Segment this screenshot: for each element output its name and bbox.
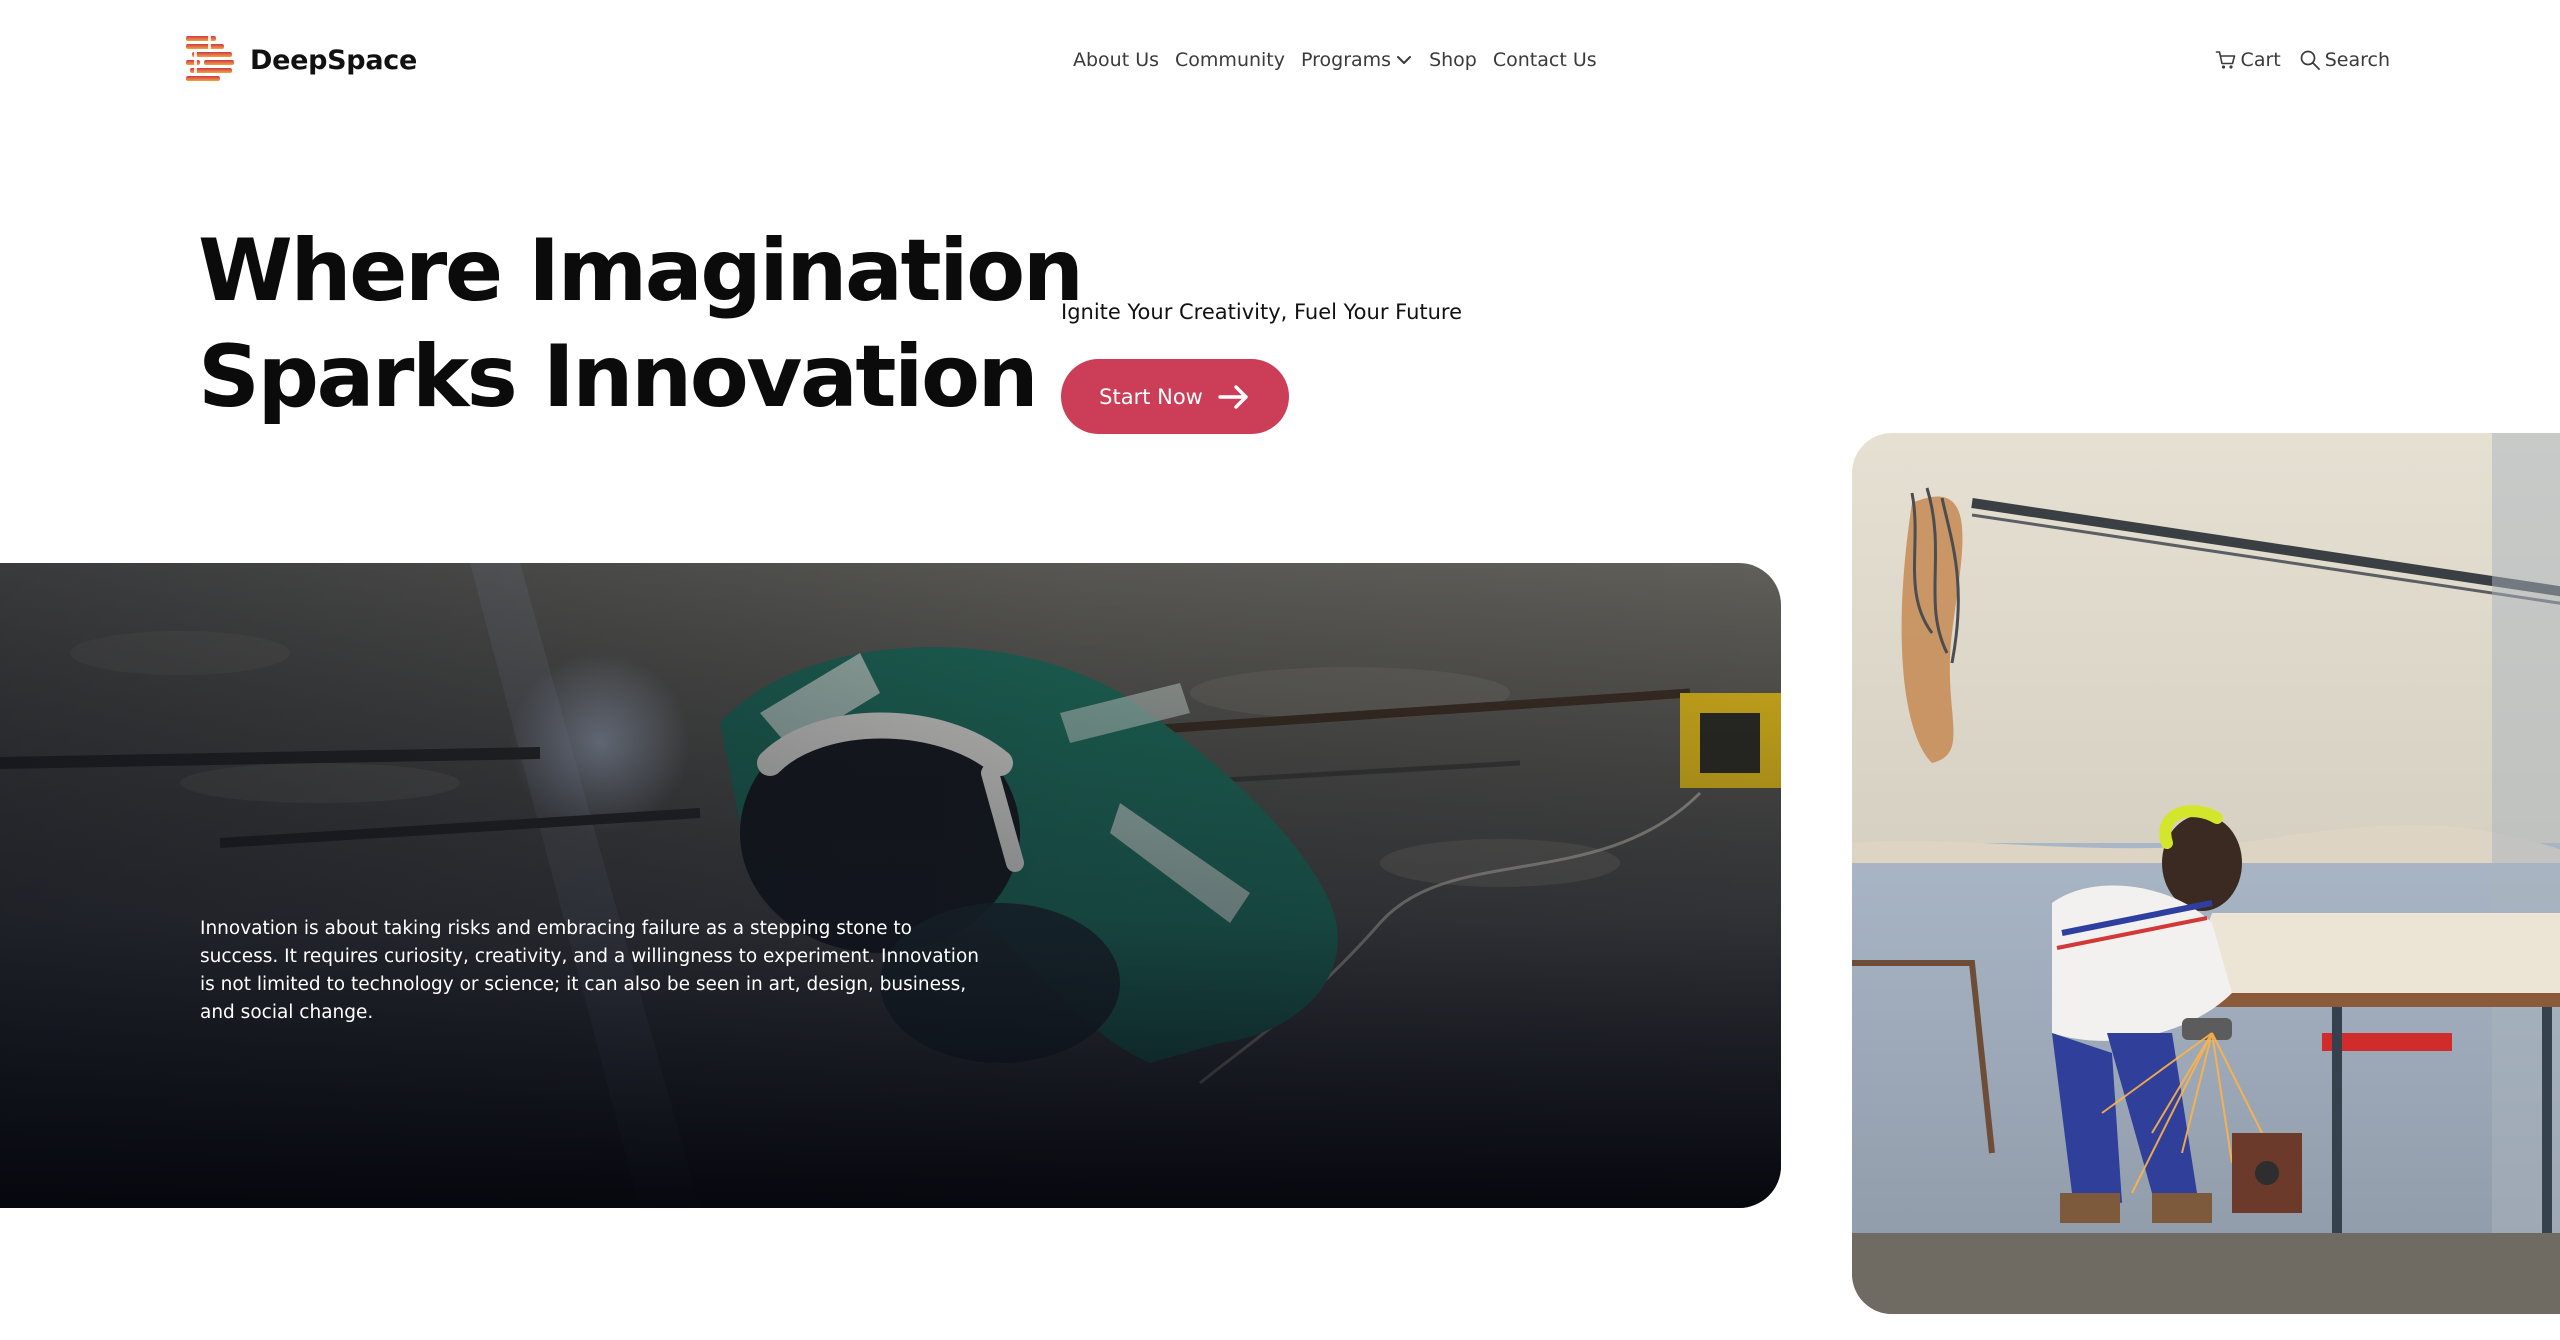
nav-programs[interactable]: Programs: [1301, 46, 1413, 74]
start-now-label: Start Now: [1099, 384, 1203, 409]
site-header: DeepSpace About Us Community Programs Sh…: [0, 0, 2560, 120]
cart-icon: [2215, 51, 2235, 69]
start-now-button[interactable]: Start Now: [1061, 359, 1289, 434]
cart-link[interactable]: Cart: [2215, 46, 2281, 74]
brand-name: DeepSpace: [250, 44, 417, 76]
hero-subtitle: Ignite Your Creativity, Fuel Your Future: [1061, 300, 1463, 324]
hero-title-line-1: Where Imagination: [198, 221, 1084, 321]
nav-community[interactable]: Community: [1175, 46, 1285, 74]
search-label: Search: [2324, 49, 2390, 71]
search-icon: [2300, 50, 2320, 70]
workshop-photo: [1852, 433, 2560, 1314]
header-utilities: Cart Search: [2215, 46, 2390, 74]
welder-photo: [0, 563, 1781, 1208]
main-nav: About Us Community Programs Shop Contact…: [1073, 46, 1597, 74]
deepspace-logo-icon: [186, 36, 234, 81]
nav-programs-label: Programs: [1301, 49, 1392, 71]
nav-about-us[interactable]: About Us: [1073, 46, 1159, 74]
chevron-down-icon: [1397, 56, 1412, 64]
cart-label: Cart: [2240, 49, 2281, 71]
nav-shop[interactable]: Shop: [1429, 46, 1477, 74]
hero-title-line-2: Sparks Innovation: [198, 327, 1039, 427]
arrow-right-icon: [1218, 384, 1248, 409]
nav-contact-us[interactable]: Contact Us: [1493, 46, 1597, 74]
feature-media: Innovation is about taking risks and emb…: [0, 563, 1781, 1208]
feature-description: Innovation is about taking risks and emb…: [200, 918, 979, 1023]
search-link[interactable]: Search: [2299, 46, 2390, 74]
grinding-photo: [1852, 433, 2560, 1314]
brand-logo[interactable]: DeepSpace: [186, 34, 417, 86]
hero-title: Where Imagination Sparks Innovation: [198, 218, 1084, 430]
